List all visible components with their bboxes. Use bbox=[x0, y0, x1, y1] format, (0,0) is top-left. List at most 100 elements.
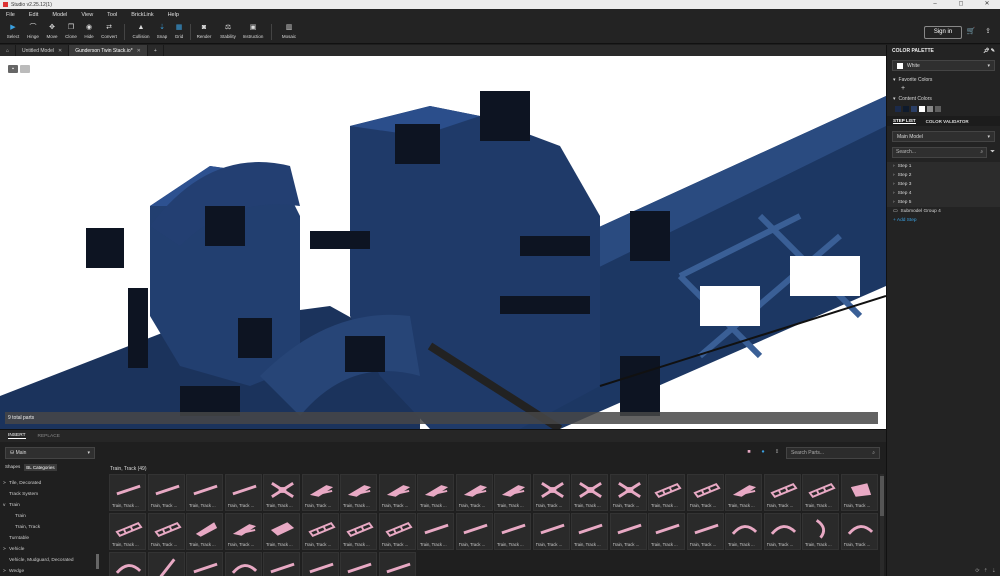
select-tool-button[interactable]: ▶ Select bbox=[2, 23, 24, 43]
category-item[interactable]: > Vehicle bbox=[3, 544, 98, 555]
part-tile[interactable]: Train, Track ... bbox=[840, 513, 878, 550]
content-colors-section[interactable]: ▾ Content Colors bbox=[887, 94, 1000, 104]
part-tile[interactable]: Train, Track ... bbox=[686, 474, 724, 511]
part-tile[interactable]: Train, Track ... bbox=[378, 474, 416, 511]
part-tile[interactable]: Train, Track ... bbox=[763, 513, 801, 550]
part-tile[interactable] bbox=[109, 552, 146, 576]
collision-toggle[interactable]: ▲ Collision bbox=[130, 23, 152, 43]
close-tab-icon[interactable]: ✕ bbox=[137, 48, 141, 54]
step-item[interactable]: › Step 4 bbox=[887, 189, 1000, 198]
up-icon[interactable]: ⇡ bbox=[984, 568, 988, 574]
hide-tool-button[interactable]: ◉ Hide bbox=[78, 23, 100, 43]
part-tile[interactable]: Train, Track ... bbox=[147, 474, 185, 511]
model-selector[interactable]: Main Model ▾ bbox=[892, 131, 995, 142]
part-tile[interactable] bbox=[186, 552, 223, 576]
step-search-input[interactable]: Search... ⌕ bbox=[892, 147, 988, 158]
part-tile[interactable]: Train, Track ... bbox=[340, 474, 377, 511]
category-item[interactable]: Turntable bbox=[3, 533, 98, 544]
add-step-button[interactable]: + Add Step bbox=[887, 216, 1000, 225]
pin-icon[interactable]: 📌︎ ✎ bbox=[983, 48, 995, 54]
part-tile[interactable]: Train, Track ... bbox=[532, 474, 570, 511]
part-tile[interactable]: Train, Track ... bbox=[147, 513, 185, 550]
step-item[interactable]: › Step 5 bbox=[887, 198, 1000, 207]
part-tile[interactable]: Train, Track ... bbox=[186, 513, 223, 550]
category-item[interactable]: > Tile, Decorated bbox=[3, 478, 98, 489]
category-scrollbar[interactable] bbox=[96, 554, 99, 569]
part-tile[interactable] bbox=[263, 552, 300, 576]
part-tile[interactable]: Train, Track ... bbox=[455, 513, 493, 550]
tab-step-list[interactable]: STEP LIST bbox=[893, 118, 916, 124]
part-tile[interactable]: Train, Track ... bbox=[224, 513, 262, 550]
part-tile[interactable]: Train, Track ... bbox=[571, 513, 608, 550]
render-button[interactable]: ◙ Render bbox=[193, 23, 215, 43]
part-tile[interactable]: Train, Track ... bbox=[763, 474, 801, 511]
menu-bricklink[interactable]: BrickLink bbox=[131, 12, 153, 18]
part-tile[interactable]: Train, Track ... bbox=[417, 474, 454, 511]
favorite-colors-section[interactable]: ▾ Favorite Colors bbox=[887, 75, 1000, 85]
step-item[interactable]: › Step 2 bbox=[887, 171, 1000, 180]
color-swatch[interactable] bbox=[895, 106, 901, 112]
part-tile[interactable] bbox=[378, 552, 416, 576]
add-favorite-button[interactable]: + bbox=[887, 85, 1000, 94]
part-tile[interactable]: Train, Track ... bbox=[725, 513, 762, 550]
part-tile[interactable]: Train, Track ... bbox=[301, 474, 339, 511]
color-swatch[interactable] bbox=[911, 106, 917, 112]
part-tile[interactable]: Train, Track ... bbox=[186, 474, 223, 511]
category-item[interactable]: Vehicle, Mudguard, Decorated bbox=[3, 555, 98, 566]
part-tile[interactable]: Train, Track ... bbox=[532, 513, 570, 550]
grid-view-icon[interactable]: ⁞⁞ bbox=[773, 448, 781, 456]
tab-shapes[interactable]: Shapes bbox=[5, 464, 20, 471]
part-tile[interactable] bbox=[340, 552, 377, 576]
comment-icon[interactable]: ▪ bbox=[8, 65, 18, 73]
grid-toggle[interactable]: ▦ Grid bbox=[168, 23, 190, 43]
part-tile[interactable]: Train, Track ... bbox=[455, 474, 493, 511]
new-tab-button[interactable]: + bbox=[148, 45, 164, 56]
category-item[interactable]: v Train bbox=[3, 500, 98, 511]
category-item[interactable]: Train, Track bbox=[3, 522, 98, 533]
part-tile[interactable] bbox=[224, 552, 262, 576]
3d-viewport[interactable]: ▪ 9 total parts bbox=[0, 56, 886, 429]
part-tile[interactable]: Train, Track ... bbox=[840, 474, 878, 511]
color-selector[interactable]: White ▾ bbox=[892, 60, 995, 71]
menu-edit[interactable]: Edit bbox=[29, 12, 38, 18]
part-tile[interactable]: Train, Track ... bbox=[263, 513, 300, 550]
part-tile[interactable]: Train, Track ... bbox=[109, 474, 146, 511]
part-tile[interactable]: Train, Track ... bbox=[494, 474, 531, 511]
part-tile[interactable]: Train, Track ... bbox=[648, 513, 685, 550]
part-tile[interactable]: Train, Track ... bbox=[224, 474, 262, 511]
home-tab[interactable]: ⌂ bbox=[0, 45, 17, 56]
submodel-item[interactable]: ▭ Submodel Group 4 bbox=[887, 207, 1000, 216]
step-item[interactable]: › Step 3 bbox=[887, 180, 1000, 189]
part-tile[interactable]: Train, Track ... bbox=[571, 474, 608, 511]
rotate-icon[interactable]: ⟳ bbox=[975, 568, 979, 574]
stability-button[interactable]: ⚖ Stability bbox=[217, 23, 239, 43]
part-tile[interactable]: Train, Track ... bbox=[301, 513, 339, 550]
cart-icon[interactable]: 🛒 bbox=[966, 27, 976, 37]
view-toggle-button[interactable] bbox=[20, 65, 30, 73]
menu-view[interactable]: View bbox=[81, 12, 93, 18]
part-tile[interactable]: Train, Track ... bbox=[609, 513, 647, 550]
color-swatch[interactable] bbox=[903, 106, 909, 112]
globe-icon[interactable]: ● bbox=[759, 448, 767, 456]
menu-help[interactable]: Help bbox=[168, 12, 179, 18]
convert-tool-button[interactable]: ⇄ Convert bbox=[98, 23, 120, 43]
sign-in-button[interactable]: Sign in bbox=[924, 26, 962, 39]
instruction-button[interactable]: ▣ Instruction bbox=[242, 23, 264, 43]
step-item[interactable]: › Step 1 bbox=[887, 162, 1000, 171]
tab-gunderson-twin-stack[interactable]: Gunderson Twin Stack.io* ✕ bbox=[69, 45, 148, 56]
scroll-thumb[interactable] bbox=[880, 476, 884, 516]
color-swatch[interactable] bbox=[919, 106, 925, 112]
category-item[interactable]: Train bbox=[3, 511, 98, 522]
part-tile[interactable]: Train, Track ... bbox=[609, 474, 647, 511]
part-tile[interactable]: Train, Track ... bbox=[417, 513, 454, 550]
close-button[interactable]: ✕ bbox=[974, 0, 1000, 9]
part-tile[interactable] bbox=[147, 552, 185, 576]
color-swatch[interactable] bbox=[935, 106, 941, 112]
part-tile[interactable]: Train, Track ... bbox=[263, 474, 300, 511]
category-item[interactable]: Track System bbox=[3, 489, 98, 500]
menu-tool[interactable]: Tool bbox=[107, 12, 117, 18]
parts-scrollbar[interactable] bbox=[880, 474, 884, 576]
category-item[interactable]: > Wedge bbox=[3, 566, 98, 576]
part-tile[interactable]: Train, Track ... bbox=[802, 513, 839, 550]
part-tile[interactable]: Train, Track ... bbox=[494, 513, 531, 550]
